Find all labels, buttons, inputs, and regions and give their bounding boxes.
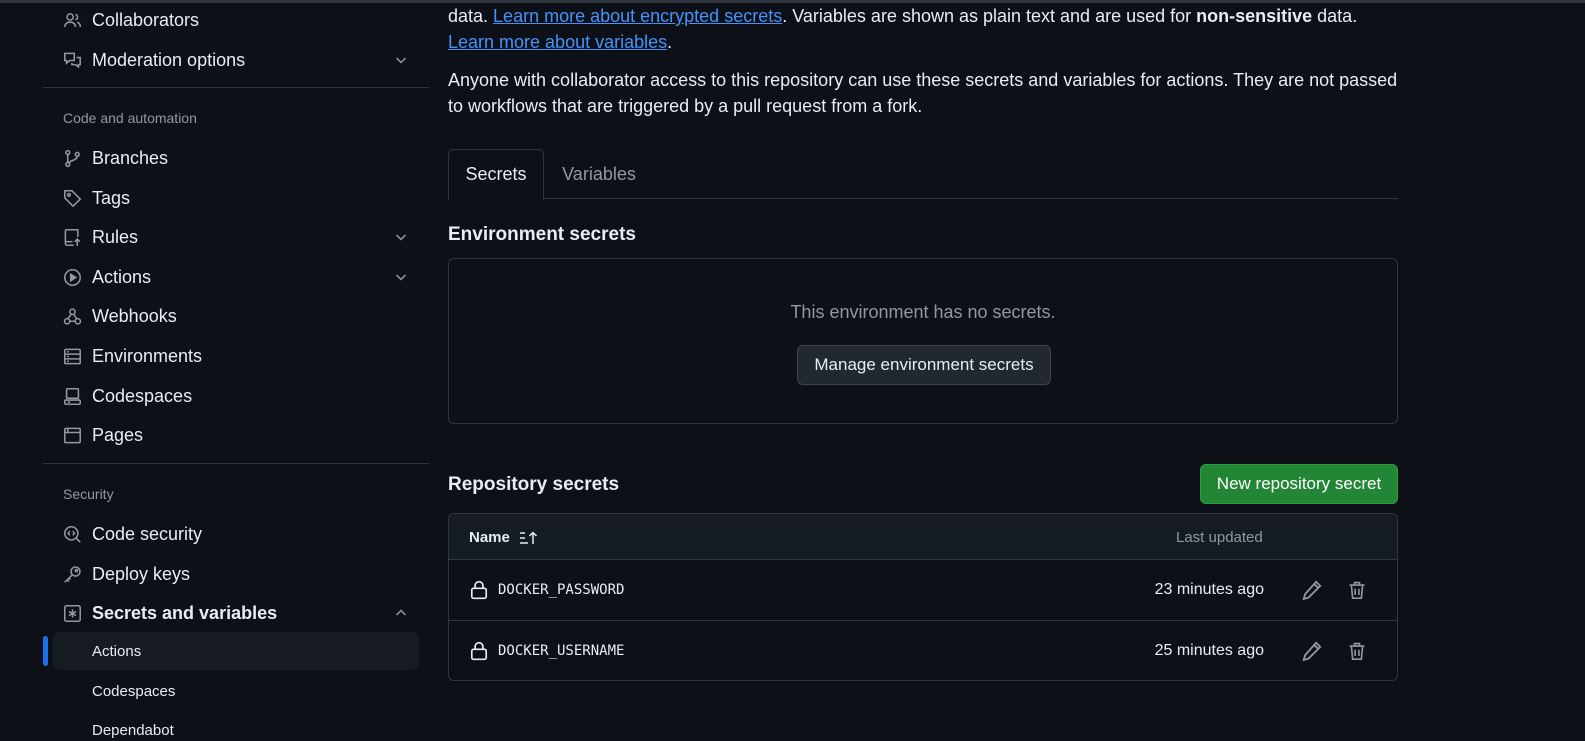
sidebar-item-label: Collaborators xyxy=(92,9,200,30)
manage-environment-secrets-button[interactable]: Manage environment secrets xyxy=(797,345,1051,385)
encrypted-secrets-link[interactable]: Learn more about encrypted secrets xyxy=(493,6,782,26)
sidebar-divider xyxy=(43,463,429,464)
lock-icon xyxy=(470,580,488,600)
secret-name: DOCKER_PASSWORD xyxy=(498,582,625,598)
pencil-icon[interactable] xyxy=(1301,579,1323,601)
last-updated-text: 23 minutes ago xyxy=(1154,581,1264,598)
environment-secrets-heading: Environment secrets xyxy=(448,224,636,245)
settings-sidebar: Collaborators Moderation options Code an… xyxy=(43,0,429,741)
trash-icon[interactable] xyxy=(1347,579,1367,601)
sidebar-item-label: Moderation options xyxy=(92,49,246,70)
sort-ascending-icon xyxy=(519,530,537,544)
git-branch-icon xyxy=(62,148,82,168)
browser-icon xyxy=(62,425,82,445)
sidebar-item-label: Deploy keys xyxy=(92,563,191,584)
sidebar-item-moderation[interactable]: Moderation options xyxy=(43,43,429,77)
tag-icon xyxy=(62,188,82,208)
sidebar-item-label: Webhooks xyxy=(92,305,177,326)
intro-bold-text: non-sensitive xyxy=(1196,6,1313,26)
environment-secrets-box: This environment has no secrets. Manage … xyxy=(448,258,1398,424)
trash-icon[interactable] xyxy=(1347,640,1367,662)
secrets-variables-tabs: Secrets Variables xyxy=(448,149,1398,200)
name-column-header[interactable]: Name xyxy=(469,529,539,546)
sidebar-subitem-label: Codespaces xyxy=(92,682,176,700)
sidebar-subitem-codespaces[interactable]: Codespaces xyxy=(53,672,419,710)
intro-text: data. xyxy=(448,6,494,26)
tab-variables[interactable]: Variables xyxy=(544,149,654,199)
tab-secrets[interactable]: Secrets xyxy=(448,149,544,200)
play-icon xyxy=(62,267,82,287)
intro-text: data. xyxy=(1312,6,1358,26)
intro-paragraph: data. Learn more about encrypted secrets… xyxy=(448,3,1408,55)
sidebar-item-label: Branches xyxy=(92,147,169,168)
active-item-marker xyxy=(43,636,48,666)
chevron-down-icon xyxy=(395,274,407,281)
webhook-icon xyxy=(62,306,82,326)
sidebar-item-label: Rules xyxy=(92,226,139,247)
sidebar-item-label: Codespaces xyxy=(92,385,193,406)
sidebar-item-label: Tags xyxy=(92,187,131,208)
sidebar-divider xyxy=(43,87,429,88)
repository-secrets-heading: Repository secrets xyxy=(448,474,620,495)
lock-icon xyxy=(470,641,488,661)
repo-push-icon xyxy=(62,227,82,247)
sidebar-item-secrets-and-variables[interactable]: Secrets and variables xyxy=(43,596,429,630)
sidebar-item-collaborators[interactable]: Collaborators xyxy=(43,3,429,37)
empty-state-message: This environment has no secrets. xyxy=(790,302,1056,322)
key-asterisk-icon xyxy=(62,603,82,623)
sidebar-item-webhooks[interactable]: Webhooks xyxy=(43,299,429,333)
codescan-icon xyxy=(62,524,82,544)
sidebar-item-label: Secrets and variables xyxy=(92,602,278,623)
column-label: Name xyxy=(469,529,510,546)
comment-discussion-icon xyxy=(62,50,82,70)
sidebar-item-label: Pages xyxy=(92,424,144,445)
people-icon xyxy=(62,10,82,30)
server-icon xyxy=(62,346,82,366)
sidebar-subitem-label: Dependabot xyxy=(92,721,174,739)
new-repository-secret-button[interactable]: New repository secret xyxy=(1200,464,1398,504)
table-row: DOCKER_PASSWORD 23 minutes ago xyxy=(449,560,1397,621)
sidebar-item-codespaces[interactable]: Codespaces xyxy=(43,379,429,413)
codespaces-icon xyxy=(62,386,82,406)
sidebar-item-label: Code security xyxy=(92,523,203,544)
sidebar-subitem-label: Actions xyxy=(92,642,142,660)
table-header: Name Last updated xyxy=(449,514,1397,560)
intro-text: . Variables are shown as plain text and … xyxy=(782,6,1197,26)
key-icon xyxy=(62,564,82,584)
sidebar-item-label: Actions xyxy=(92,266,152,287)
sidebar-item-branches[interactable]: Branches xyxy=(43,141,429,175)
section-title-security: Security xyxy=(63,486,114,502)
sidebar-subitem-dependabot[interactable]: Dependabot xyxy=(53,711,419,741)
sidebar-item-rules[interactable]: Rules xyxy=(43,220,429,254)
chevron-down-icon xyxy=(395,234,407,241)
sidebar-item-environments[interactable]: Environments xyxy=(43,339,429,373)
settings-page: Collaborators Moderation options Code an… xyxy=(0,0,1585,741)
sidebar-item-label: Environments xyxy=(92,345,203,366)
variables-link[interactable]: Learn more about variables xyxy=(448,32,667,52)
last-updated-column-header: Last updated xyxy=(1176,529,1263,546)
last-updated-text: 25 minutes ago xyxy=(1154,642,1264,659)
access-paragraph: Anyone with collaborator access to this … xyxy=(448,70,1398,116)
table-row: DOCKER_USERNAME 25 minutes ago xyxy=(449,621,1397,680)
sidebar-subitem-actions[interactable]: Actions xyxy=(53,632,419,670)
pencil-icon[interactable] xyxy=(1301,640,1323,662)
section-title-code-automation: Code and automation xyxy=(63,110,197,126)
sidebar-item-pages[interactable]: Pages xyxy=(43,418,429,452)
sidebar-item-tags[interactable]: Tags xyxy=(43,181,429,215)
chevron-down-icon xyxy=(395,57,407,64)
sidebar-item-actions[interactable]: Actions xyxy=(43,260,429,294)
intro-text: . xyxy=(667,32,673,52)
secret-name: DOCKER_USERNAME xyxy=(498,643,625,659)
sidebar-item-code-security[interactable]: Code security xyxy=(43,517,429,551)
chevron-up-icon xyxy=(395,609,407,616)
sidebar-item-deploy-keys[interactable]: Deploy keys xyxy=(43,557,429,591)
repository-secrets-table: Name Last updated DOCKER_PASSWORD 23 min… xyxy=(448,513,1398,681)
